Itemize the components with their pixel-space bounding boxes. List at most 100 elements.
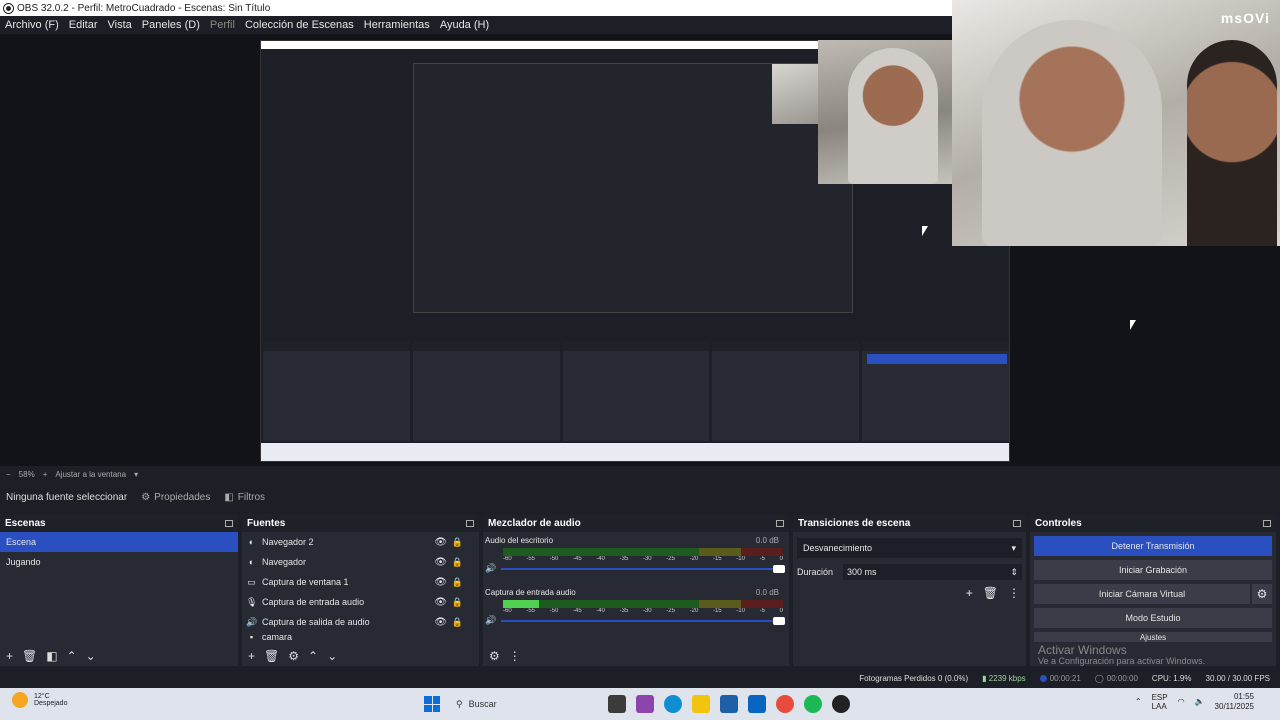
weather-widget[interactable]: 12°C Despejado: [12, 692, 67, 708]
eye-icon[interactable]: 👁: [434, 617, 447, 628]
copilot-icon[interactable]: [636, 695, 654, 713]
dock-area: Escenas Escena Jugando + 🗑 ◧ ⌃ ⌄ Fuentes…: [0, 514, 1280, 666]
filter-icon[interactable]: ◧: [46, 649, 57, 663]
menu-ayuda[interactable]: Ayuda (H): [435, 19, 494, 31]
volume-icon[interactable]: 🔈: [1195, 697, 1205, 706]
eye-icon[interactable]: 👁: [434, 557, 447, 568]
speaker-icon[interactable]: 🔊: [485, 563, 497, 574]
duration-input[interactable]: 300 ms ⇕: [843, 564, 1022, 580]
file-explorer-icon[interactable]: [692, 695, 710, 713]
no-source-label: Ninguna fuente seleccionar: [6, 491, 128, 503]
start-recording-button[interactable]: Iniciar Grabación: [1034, 560, 1272, 580]
trash-icon[interactable]: 🗑: [22, 649, 37, 663]
source-item[interactable]: 🎙 Captura de entrada audio 👁 🔒: [242, 592, 479, 612]
chevron-down-icon: ▾: [1011, 542, 1016, 553]
channel-db: 0.0 dB: [755, 588, 779, 597]
meter-tick: -15: [712, 608, 722, 614]
obs-icon[interactable]: [832, 695, 850, 713]
studio-mode-button[interactable]: Modo Estudio: [1034, 608, 1272, 628]
lock-icon[interactable]: 🔒: [452, 537, 463, 548]
menu-herramientas[interactable]: Herramientas: [359, 19, 435, 31]
source-item[interactable]: 🔊 Captura de salida de audio 👁 🔒: [242, 612, 479, 632]
gear-icon[interactable]: ⚙: [489, 649, 500, 663]
popout-icon[interactable]: [1013, 519, 1021, 527]
volume-slider[interactable]: [501, 564, 785, 573]
outlook-icon[interactable]: [748, 695, 766, 713]
meter-tick: -20: [689, 556, 699, 562]
volume-meter: [503, 548, 783, 556]
popout-icon[interactable]: [225, 519, 233, 527]
chevron-down-icon[interactable]: ⌄: [86, 649, 96, 663]
speaker-icon[interactable]: 🔊: [485, 615, 497, 626]
wifi-icon[interactable]: ◠: [1178, 697, 1185, 706]
language-label[interactable]: ESP: [1152, 693, 1168, 702]
gear-icon[interactable]: ⚙: [288, 649, 299, 663]
lock-icon[interactable]: 🔒: [452, 617, 463, 628]
activate-windows-watermark: Activar Windows Ve a Configuración para …: [1038, 643, 1205, 666]
trash-icon[interactable]: 🗑: [983, 586, 998, 600]
windows-start-icon[interactable]: [424, 696, 440, 712]
settings-button[interactable]: Ajustes: [1034, 632, 1272, 642]
meter-tick: -60: [503, 608, 512, 614]
stream-time: 00:00:21: [1039, 674, 1081, 683]
duration-label: Duración: [797, 567, 834, 577]
source-item[interactable]: ▪ camara: [242, 632, 479, 642]
eye-icon[interactable]: 👁: [434, 537, 447, 548]
popout-icon[interactable]: [776, 519, 784, 527]
zoom-fit[interactable]: Ajustar a la ventana: [55, 470, 126, 479]
filters-button[interactable]: ◧ Filtros: [224, 492, 265, 503]
volume-slider[interactable]: [501, 616, 785, 625]
start-virtual-camera-button[interactable]: Iniciar Cámara Virtual: [1034, 584, 1250, 604]
more-options-icon[interactable]: ⋮: [1008, 586, 1020, 600]
menu-archivo[interactable]: Archivo (F): [0, 19, 64, 31]
store-icon[interactable]: [720, 695, 738, 713]
popout-icon[interactable]: [1263, 519, 1271, 527]
taskbar-search[interactable]: ⚲ Buscar: [450, 694, 598, 714]
zoom-out-button[interactable]: −: [6, 470, 11, 479]
eye-icon[interactable]: 👁: [434, 597, 447, 608]
chevron-down-icon[interactable]: ▾: [134, 470, 138, 479]
zoom-in-button[interactable]: +: [43, 470, 48, 479]
add-icon[interactable]: +: [966, 586, 973, 600]
clock[interactable]: 01:55 30/11/2025: [1215, 692, 1254, 711]
menu-editar[interactable]: Editar: [64, 19, 103, 31]
trash-icon[interactable]: 🗑: [264, 649, 279, 663]
transition-select[interactable]: Desvanecimiento ▾: [797, 538, 1022, 558]
add-icon[interactable]: +: [248, 649, 255, 663]
search-label: Buscar: [468, 699, 497, 709]
meter-tick: -50: [549, 556, 559, 562]
spinner-icon[interactable]: ⇕: [1010, 567, 1018, 578]
menu-coleccion-escenas[interactable]: Colección de Escenas: [240, 19, 359, 31]
task-view-icon[interactable]: [608, 695, 626, 713]
add-icon[interactable]: +: [6, 649, 13, 663]
menu-vista[interactable]: Vista: [103, 19, 137, 31]
source-item[interactable]: ◐ Navegador 2 👁 🔒: [242, 532, 479, 552]
popout-icon[interactable]: [466, 519, 474, 527]
chevron-up-icon[interactable]: ⌃: [1135, 697, 1142, 706]
chevron-up-icon[interactable]: ⌃: [308, 649, 318, 663]
scene-item[interactable]: Escena: [0, 532, 238, 552]
meter-tick: -60: [503, 556, 512, 562]
source-item[interactable]: ◐ Navegador 👁 🔒: [242, 552, 479, 572]
more-options-icon[interactable]: ⋮: [509, 649, 521, 663]
weather-icon: [12, 692, 28, 708]
edge-icon[interactable]: [664, 695, 682, 713]
eye-icon[interactable]: 👁: [434, 577, 447, 588]
lock-icon[interactable]: 🔒: [452, 557, 463, 568]
chevron-down-icon[interactable]: ⌄: [327, 649, 337, 663]
meter-ticks: -60 -55 -50 -45 -40 -35 -30 -25 -20 -15 -10 -5 0: [503, 608, 783, 614]
source-item[interactable]: ▭ Captura de ventana 1 👁 🔒: [242, 572, 479, 592]
menu-paneles[interactable]: Paneles (D): [137, 19, 205, 31]
lock-icon[interactable]: 🔒: [452, 577, 463, 588]
chevron-up-icon[interactable]: ⌃: [67, 649, 77, 663]
properties-button[interactable]: ⚙ Propiedades: [141, 492, 210, 503]
lock-icon[interactable]: 🔒: [452, 597, 463, 608]
chrome-icon[interactable]: [776, 695, 794, 713]
stream-icon: [1039, 674, 1047, 682]
sources-dock: Fuentes ◐ Navegador 2 👁 🔒 ◐ Navegador 👁 🔒 ▭ Cap…: [242, 514, 479, 666]
stop-streaming-button[interactable]: Detener Transmisión: [1034, 536, 1272, 556]
scene-item[interactable]: Jugando: [0, 552, 238, 572]
menu-perfil[interactable]: Perfil: [205, 19, 240, 31]
spotify-icon[interactable]: [804, 695, 822, 713]
gear-icon[interactable]: ⚙: [1252, 584, 1272, 604]
